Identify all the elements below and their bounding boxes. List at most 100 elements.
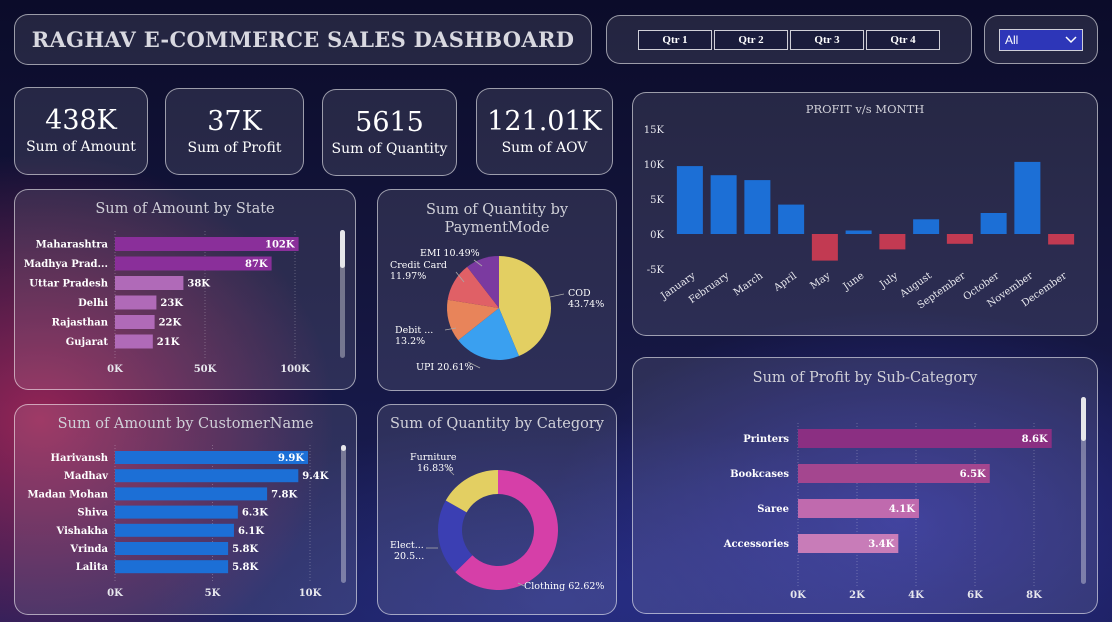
y-tick-label: -5K: [647, 265, 665, 276]
category-label: Vishakha: [56, 526, 109, 537]
category-label: Lalita: [76, 562, 109, 573]
category-label: Saree: [757, 504, 789, 515]
qtr1-button[interactable]: Qtr 1: [638, 29, 712, 50]
data-label: 6.1K: [238, 526, 264, 537]
amount-by-state-panel: Sum of Amount by State 0K 50K 100K Maharash…: [14, 189, 356, 390]
kpi-value: 438K: [45, 105, 117, 136]
category-label: Shiva: [77, 508, 108, 519]
x-tick-label: 4K: [908, 590, 924, 601]
profit-subcategory-chart: 0K 2K 4K 6K 8K Printers 8.6K Bookcases 6.5K Saree…: [723, 423, 1052, 601]
data-label: 102K: [265, 240, 295, 251]
kpi-label: Sum of Profit: [187, 139, 282, 156]
scrollbar-thumb[interactable]: [1081, 397, 1086, 441]
chevron-down-icon: [1065, 35, 1077, 43]
bar: [710, 175, 737, 234]
profit-by-subcategory-panel: Sum of Profit by Sub-Category 0K 2K 4K 6K 8K…: [632, 357, 1098, 614]
scrollbar[interactable]: [341, 445, 346, 583]
data-label: 3.4K: [868, 539, 894, 550]
kpi-card-quantity: 5615 Sum of Quantity: [322, 89, 457, 176]
data-label: 4.1K: [889, 504, 915, 515]
category-label: Madhya Prad...: [24, 259, 108, 270]
data-label: 87K: [245, 259, 268, 270]
scrollbar-thumb[interactable]: [340, 230, 345, 268]
y-tick-label: 10K: [644, 160, 665, 171]
kpi-card-profit: 37K Sum of Profit: [165, 88, 304, 175]
bar: [115, 334, 153, 349]
bar: [676, 166, 703, 234]
x-tick-label: 8K: [1026, 590, 1042, 601]
category-label: Printers: [743, 434, 789, 445]
x-tick-label: July: [877, 270, 900, 291]
kpi-value: 37K: [207, 105, 262, 137]
bar: [115, 295, 157, 310]
filter-dropdown[interactable]: All: [999, 28, 1083, 51]
category-label: Madhav: [64, 471, 109, 482]
data-label: 21K: [157, 337, 180, 348]
kpi-card-amount: 438K Sum of Amount: [14, 87, 148, 175]
quantity-by-paymentmode-panel: Sum of Quantity by PaymentMode COD 43.74%…: [377, 189, 617, 391]
data-label: 8.6K: [1022, 434, 1048, 445]
category-label: Maharashtra: [36, 240, 109, 251]
kpi-value: 5615: [355, 106, 424, 138]
kpi-label: Sum of Amount: [26, 139, 136, 155]
bar: [1014, 161, 1041, 234]
y-tick-label: 5K: [650, 195, 664, 206]
amount-customer-chart: 0K 5K 10K Harivansh 9.9K Madhav 9.4K Madan Moha…: [27, 445, 329, 599]
category-donut-chart: Clothing 62.62%Elect... 20.5...Furniture 1…: [390, 452, 604, 592]
bar: [115, 505, 238, 519]
scrollbar[interactable]: [340, 230, 345, 358]
data-label: 22K: [159, 318, 182, 329]
bar: [1048, 234, 1075, 245]
x-tick-label: 10K: [299, 588, 322, 599]
qtr2-button[interactable]: Qtr 2: [714, 29, 788, 50]
data-label: Clothing 62.62%: [524, 581, 604, 592]
quarter-slicer: Qtr 1 Qtr 2 Qtr 3 Qtr 4: [606, 15, 972, 64]
leader-line: [549, 293, 565, 298]
profit-month-chart: 15K10K5K0K-5KJanuaryFebruary March April Ma…: [644, 125, 1075, 311]
category-label: Vrinda: [69, 544, 108, 555]
x-tick-label: 0K: [107, 364, 123, 375]
category-label: Delhi: [78, 298, 108, 309]
qtr3-button[interactable]: Qtr 3: [790, 29, 864, 50]
x-tick-label: 0K: [107, 588, 123, 599]
quantity-by-category-panel: Sum of Quantity by Category Clothing 62.…: [377, 404, 617, 615]
bar: [778, 204, 805, 234]
category-label: Accessories: [723, 539, 790, 550]
data-label: Debit ... 13.2%: [395, 325, 433, 347]
category-label: Gujarat: [66, 337, 109, 348]
bar: [744, 180, 771, 234]
qtr4-button[interactable]: Qtr 4: [866, 29, 940, 50]
data-label: 7.8K: [271, 489, 297, 500]
data-label: Elect... 20.5...: [390, 540, 424, 562]
bar: [115, 560, 229, 574]
kpi-card-aov: 121.01K Sum of AOV: [476, 88, 613, 175]
kpi-value: 121.01K: [487, 105, 602, 137]
x-tick-label: 0K: [790, 590, 806, 601]
bar: [115, 315, 155, 329]
category-label: Bookcases: [730, 469, 789, 480]
bar: [845, 230, 872, 234]
bar: [879, 234, 906, 250]
dashboard-title-panel: RAGHAV E-COMMERCE SALES DASHBOARD: [14, 14, 592, 65]
x-tick-label: June: [841, 270, 867, 293]
x-tick-label: 2K: [849, 590, 865, 601]
data-label: 38K: [187, 279, 210, 290]
x-tick-label: 100K: [280, 364, 310, 375]
data-label: 5.8K: [232, 544, 258, 555]
bar: [115, 487, 268, 501]
scrollbar-thumb[interactable]: [341, 445, 346, 451]
payment-pie-chart: COD 43.74% UPI 20.61% Debit ... 13.2% Credit …: [390, 248, 604, 373]
bar: [115, 542, 229, 555]
kpi-label: Sum of AOV: [501, 139, 588, 156]
data-label: EMI 10.49%: [420, 248, 480, 259]
scrollbar[interactable]: [1081, 397, 1086, 584]
bar: [811, 234, 838, 261]
bar: [980, 213, 1007, 234]
amount-state-chart: 0K 50K 100K Maharashtra 102K Madhya Prad... 87…: [24, 231, 310, 375]
category-label: Uttar Pradesh: [29, 279, 108, 290]
x-tick-label: 6K: [967, 590, 983, 601]
amount-by-customer-panel: Sum of Amount by CustomerName 0K 5K 10K Har…: [14, 404, 357, 615]
y-tick-label: 0K: [650, 230, 664, 241]
data-label: Credit Card 11.97%: [390, 260, 447, 282]
bar: [115, 523, 234, 537]
